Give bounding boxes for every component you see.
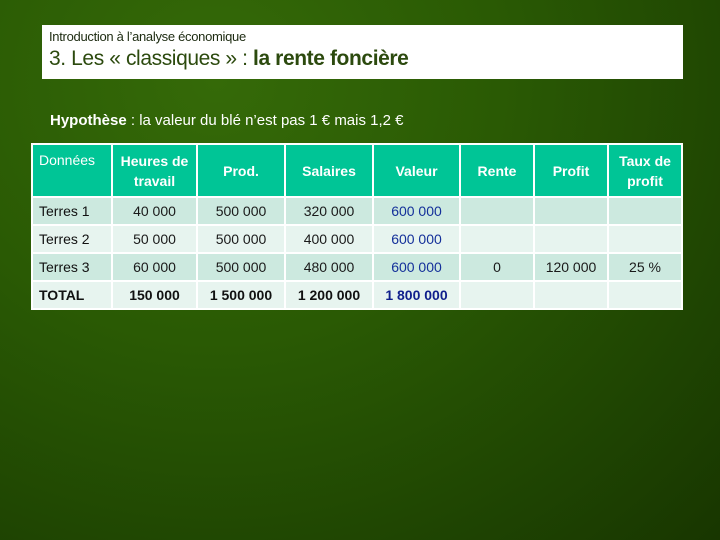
header-valeur: Valeur [374,145,459,196]
cell-salaires: 400 000 [286,226,372,252]
cell-rente: 0 [461,254,533,280]
cell-profit [535,226,607,252]
cell-valeur: 600 000 [374,226,459,252]
cell-valeur: 1 800 000 [374,282,459,308]
cell-taux [609,282,681,308]
header-salaires: Salaires [286,145,372,196]
header-rente: Rente [461,145,533,196]
cell-salaires: 320 000 [286,198,372,224]
cell-prod: 500 000 [198,254,284,280]
table-row: Terres 1 40 000 500 000 320 000 600 000 [33,198,681,224]
cell-heures: 60 000 [113,254,196,280]
cell-prod: 1 500 000 [198,282,284,308]
row-label: Terres 2 [33,226,111,252]
cell-rente [461,198,533,224]
hypothesis-text: Hypothèse : la valeur du blé n’est pas 1… [50,112,404,129]
table-row: Terres 3 60 000 500 000 480 000 600 000 … [33,254,681,280]
header-profit: Profit [535,145,607,196]
cell-prod: 500 000 [198,198,284,224]
row-label: Terres 1 [33,198,111,224]
slide-subtitle: Introduction à l’analyse économique [49,29,246,44]
cell-taux [609,226,681,252]
header-prod: Prod. [198,145,284,196]
hypothesis-body: : la valeur du blé n’est pas 1 € mais 1,… [126,112,404,129]
cell-valeur: 600 000 [374,254,459,280]
slide-title-bold: la rente foncière [253,47,409,70]
cell-taux: 25 % [609,254,681,280]
cell-profit: 120 000 [535,254,607,280]
row-label: Terres 3 [33,254,111,280]
table-header-row: Données Heures de travail Prod. Salaires… [33,145,681,196]
row-label: TOTAL [33,282,111,308]
cell-heures: 40 000 [113,198,196,224]
header-donnees: Données [33,145,111,196]
cell-rente [461,226,533,252]
slide-title: 3. Les « classiques » : la rente foncièr… [49,47,409,71]
cell-profit [535,282,607,308]
header-taux: Taux de profit [609,145,681,196]
cell-rente [461,282,533,308]
header-heures: Heures de travail [113,145,196,196]
rent-table: Données Heures de travail Prod. Salaires… [31,143,683,310]
table-total-row: TOTAL 150 000 1 500 000 1 200 000 1 800 … [33,282,681,308]
slide-title-prefix: 3. Les « classiques » : [49,47,254,70]
cell-salaires: 480 000 [286,254,372,280]
cell-salaires: 1 200 000 [286,282,372,308]
cell-valeur: 600 000 [374,198,459,224]
cell-prod: 500 000 [198,226,284,252]
title-box: Introduction à l’analyse économique 3. L… [42,25,683,79]
cell-heures: 50 000 [113,226,196,252]
table-row: Terres 2 50 000 500 000 400 000 600 000 [33,226,681,252]
cell-heures: 150 000 [113,282,196,308]
cell-profit [535,198,607,224]
cell-taux [609,198,681,224]
hypothesis-label: Hypothèse [50,112,127,129]
